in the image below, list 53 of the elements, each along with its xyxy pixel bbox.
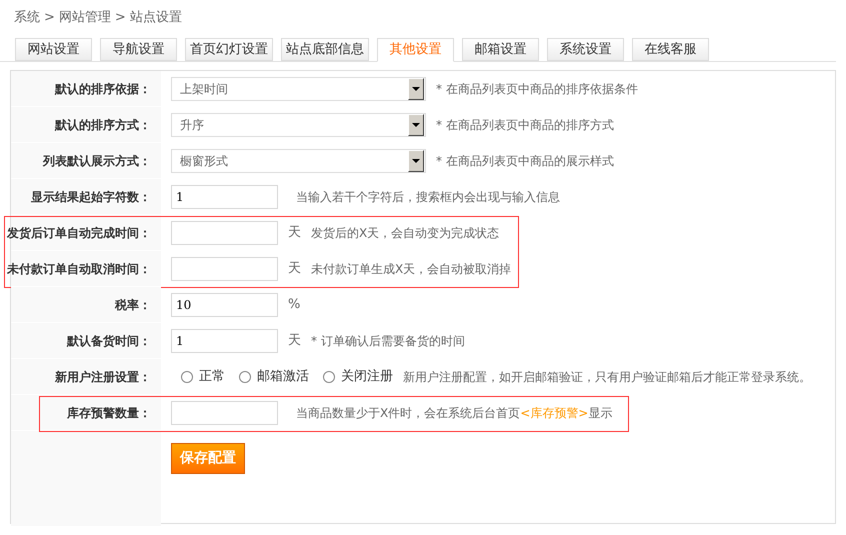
tab[interactable]: 网站设置	[15, 38, 92, 61]
caret-icon	[412, 87, 420, 91]
field-label: 显示结果起始字符数：	[31, 188, 151, 206]
unit-label: 天	[288, 332, 301, 350]
hint-text: 未付款订单生成X天，会自动被取消掉	[311, 261, 512, 278]
input-field[interactable]: 10	[171, 293, 278, 317]
input-field[interactable]	[171, 401, 278, 425]
tab[interactable]: 导航设置	[100, 38, 177, 61]
breadcrumb-separator: >	[44, 8, 55, 27]
input-field[interactable]: 1	[171, 185, 278, 209]
dropdown-button[interactable]	[408, 150, 424, 172]
select-field[interactable]: 上架时间	[171, 77, 426, 101]
field-label: 税率：	[115, 296, 151, 314]
unit-label: 天	[288, 224, 301, 242]
hint-text: 新用户注册配置，如开启邮箱验证，只有用户验证邮箱后才能正常登录系统。	[403, 369, 811, 386]
field-label: 未付款订单自动取消时间：	[7, 260, 151, 278]
hint-text: * 在商品列表页中商品的展示样式	[436, 153, 614, 170]
hint-text: 发货后的X天，会自动变为完成状态	[311, 225, 500, 242]
input-field[interactable]	[171, 257, 278, 281]
select-field[interactable]: 橱窗形式	[171, 149, 426, 173]
tab[interactable]: 首页幻灯设置	[185, 38, 273, 61]
field-label: 新用户注册设置：	[55, 368, 151, 386]
select-field[interactable]: 升序	[171, 113, 426, 137]
breadcrumb-link[interactable]: 站点设置	[130, 8, 182, 28]
field-label: 列表默认展示方式：	[43, 152, 151, 170]
input-field[interactable]	[171, 221, 278, 245]
hint-text: 当输入若干个字符后，搜索框内会出现与输入信息	[296, 189, 560, 206]
hint-text: * 在商品列表页中商品的排序方式	[436, 117, 614, 134]
unit-label: %	[288, 296, 300, 314]
input-field[interactable]: 1	[171, 329, 278, 353]
tab[interactable]: 系统设置	[547, 38, 624, 61]
field-label: 发货后订单自动完成时间：	[7, 224, 151, 242]
radio-option[interactable]: 关闭注册	[323, 367, 393, 387]
tab[interactable]: 站点底部信息	[281, 38, 369, 61]
breadcrumb-link[interactable]: 网站管理	[58, 8, 111, 28]
tab[interactable]: 邮箱设置	[462, 38, 539, 61]
dropdown-button[interactable]	[408, 78, 424, 100]
caret-icon	[412, 159, 420, 163]
field-label: 默认的排序方式：	[55, 116, 151, 134]
caret-icon	[412, 123, 420, 127]
hint-text: * 订单确认后需要备货的时间	[311, 333, 465, 350]
tab[interactable]: 在线客服	[632, 38, 709, 61]
hint-text: * 在商品列表页中商品的排序依据条件	[436, 81, 638, 98]
dropdown-button[interactable]	[408, 114, 424, 136]
field-label: 默认的排序依据：	[55, 80, 151, 98]
field-label: 库存预警数量：	[67, 404, 151, 422]
radio-option[interactable]: 正常	[181, 367, 225, 387]
breadcrumb-separator: >	[114, 8, 126, 27]
radio-option[interactable]: 邮箱激活	[239, 367, 309, 387]
breadcrumb-link[interactable]: 系统	[14, 8, 40, 28]
field-label: 默认备货时间：	[67, 332, 151, 350]
hint-text: 当商品数量少于X件时，会在系统后台首页<库存预警>显示	[296, 405, 612, 422]
unit-label: 天	[288, 260, 301, 278]
